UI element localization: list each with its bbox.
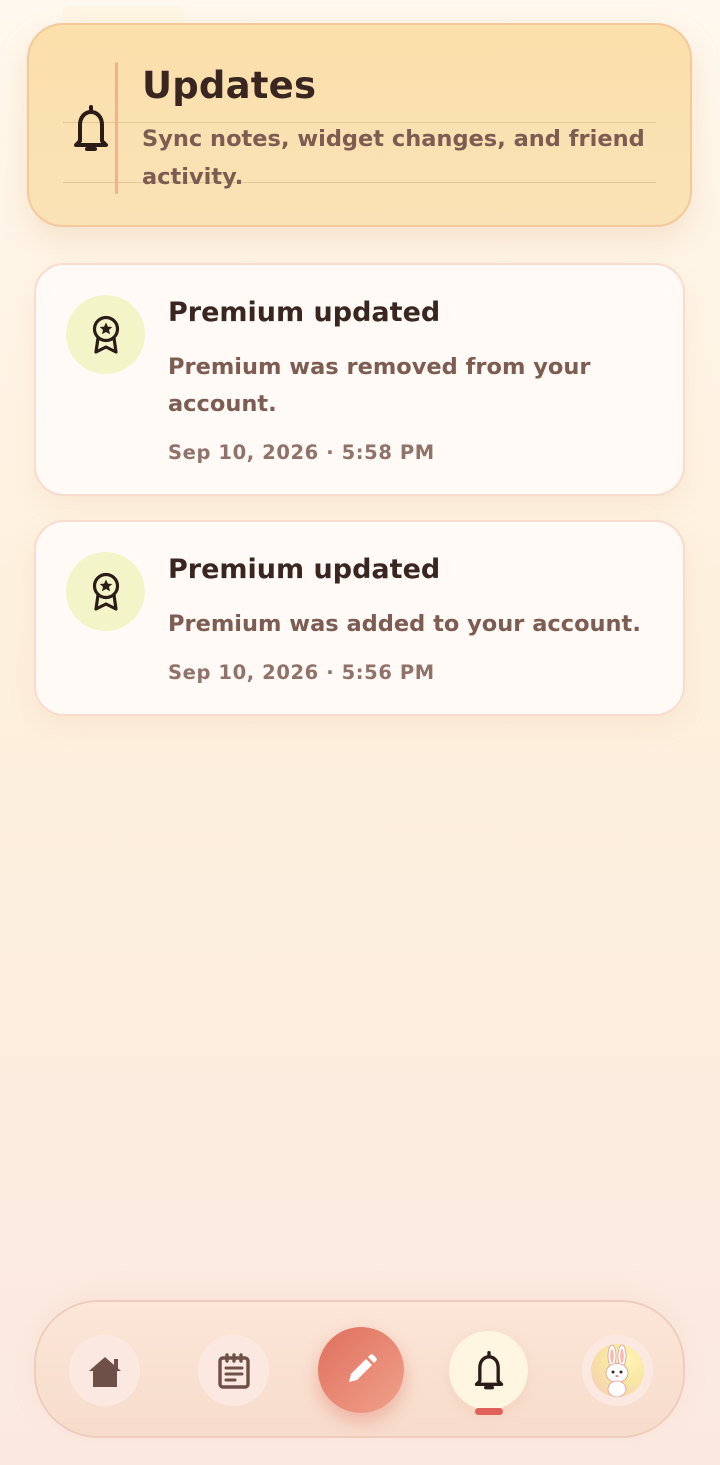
notification-card[interactable]: Premium updated Premium was removed from… <box>34 263 685 496</box>
notification-body: Premium was added to your account. <box>168 611 641 637</box>
avatar <box>591 1344 644 1397</box>
award-badge-icon-circle <box>66 295 145 374</box>
bottom-navigation <box>34 1300 685 1438</box>
award-badge-icon <box>92 315 119 354</box>
award-badge-icon-circle <box>66 552 145 631</box>
nav-profile-button[interactable] <box>582 1335 653 1406</box>
notification-title: Premium updated <box>168 297 441 328</box>
notification-timestamp: Sep 10, 2026 · 5:56 PM <box>168 661 435 684</box>
margin-line <box>115 62 118 194</box>
home-icon <box>88 1356 121 1387</box>
nav-notes-button[interactable] <box>198 1335 269 1406</box>
bell-icon <box>474 1350 503 1389</box>
notification-title: Premium updated <box>168 554 441 585</box>
updates-header-card: Updates Sync notes, widget changes, and … <box>27 23 692 227</box>
nav-write-button[interactable] <box>318 1327 404 1413</box>
notification-body: Premium was removed from your account. <box>168 354 591 417</box>
nav-updates-button[interactable] <box>449 1331 528 1410</box>
page-subtitle: Sync notes, widget changes, and friend a… <box>142 126 645 190</box>
bunny-avatar-icon <box>605 1344 629 1397</box>
notepad-icon <box>217 1352 250 1389</box>
active-tab-indicator <box>475 1408 503 1415</box>
award-badge-icon <box>92 572 119 611</box>
page-title: Updates <box>142 64 317 107</box>
bell-icon <box>74 105 108 151</box>
notification-card[interactable]: Premium updated Premium was added to you… <box>34 520 685 716</box>
pencil-icon <box>349 1354 377 1382</box>
notification-timestamp: Sep 10, 2026 · 5:58 PM <box>168 441 435 464</box>
nav-home-button[interactable] <box>69 1335 140 1406</box>
